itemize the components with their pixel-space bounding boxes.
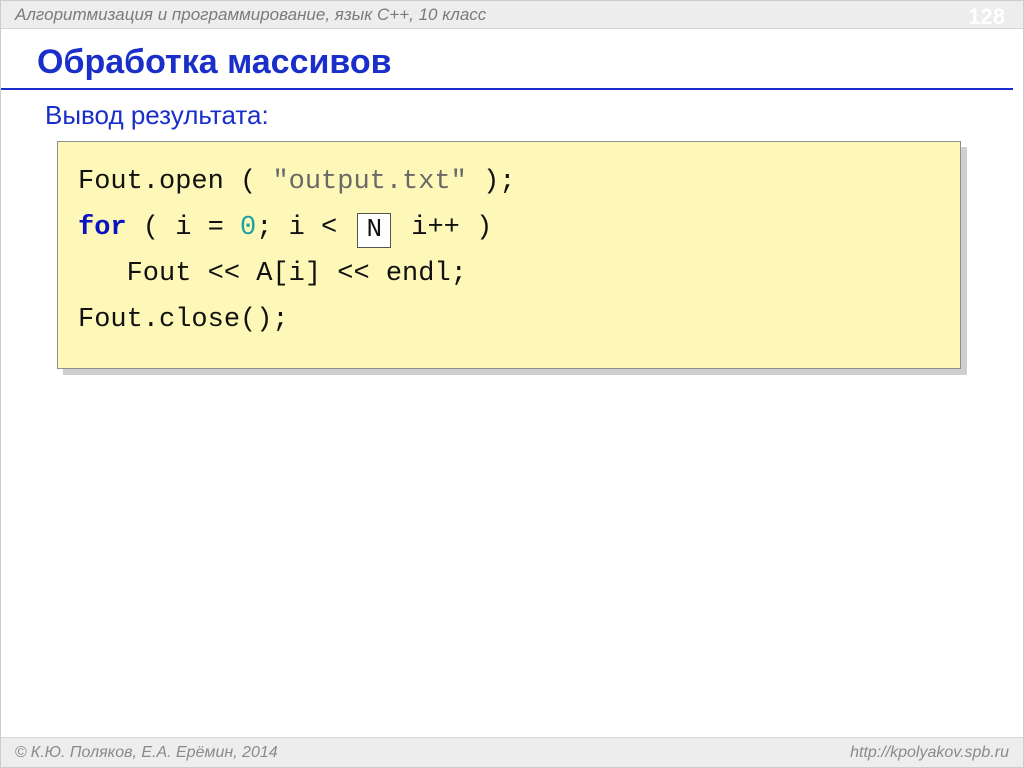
page-title: Обработка массивов [1, 29, 1013, 90]
code-text: Fout.open ( [78, 167, 272, 197]
n-placeholder-badge: N [357, 213, 391, 248]
page-number: 128 [968, 3, 1005, 31]
code-line-2: for ( i = 0; i < N i++ ) [78, 206, 940, 252]
code-text: ); [467, 167, 516, 197]
footer-bar: ©К.Ю. Поляков, Е.А. Ерёмин, 2014 http://… [1, 737, 1023, 767]
section-subtitle: Вывод результата: [1, 90, 1023, 141]
subtitle-text: Вывод результата [45, 100, 262, 130]
footer-url: http://kpolyakov.spb.ru [850, 738, 1009, 767]
code-text: ( i = [127, 213, 240, 243]
code-line-4: Fout.close(); [78, 298, 940, 344]
code-box: Fout.open ( "output.txt" ); for ( i = 0;… [57, 141, 961, 369]
slide: Алгоритмизация и программирование, язык … [0, 0, 1024, 768]
code-line-1: Fout.open ( "output.txt" ); [78, 160, 940, 206]
code-text: ; i < [256, 213, 353, 243]
keyword-for: for [78, 213, 127, 243]
code-area: Fout.open ( "output.txt" ); for ( i = 0;… [57, 141, 961, 369]
code-text: i++ ) [395, 213, 492, 243]
copyright-icon: © [15, 744, 27, 761]
subtitle-colon: : [262, 100, 269, 130]
code-line-3: Fout << A[i] << endl; [78, 252, 940, 298]
string-literal: "output.txt" [272, 167, 466, 197]
number-zero: 0 [240, 213, 256, 243]
footer-left-text: К.Ю. Поляков, Е.А. Ерёмин, 2014 [31, 744, 278, 761]
header-bar: Алгоритмизация и программирование, язык … [1, 1, 1023, 29]
footer-copyright: ©К.Ю. Поляков, Е.А. Ерёмин, 2014 [15, 738, 278, 767]
course-label: Алгоритмизация и программирование, язык … [15, 5, 486, 24]
